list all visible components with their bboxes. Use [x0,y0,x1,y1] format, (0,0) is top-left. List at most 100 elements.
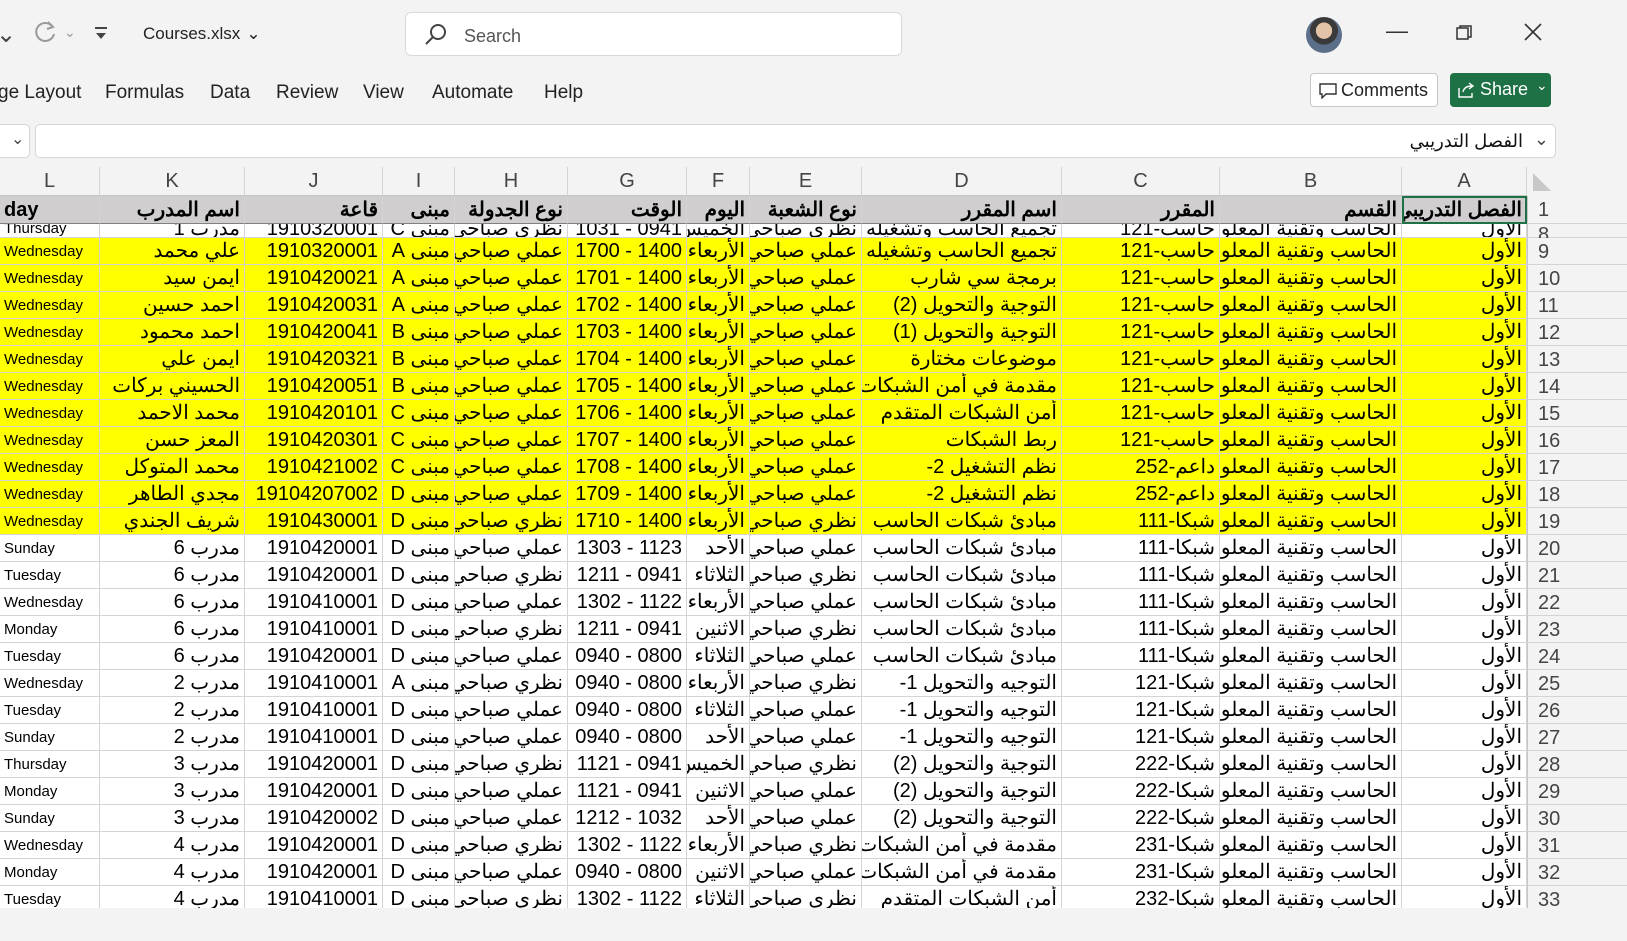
table-cell[interactable]: 1400 - 1706 [568,400,687,427]
table-cell[interactable]: الأول [1402,697,1527,724]
table-cell[interactable]: الحاسب وتقنية المعلومات [1220,427,1402,454]
table-cell[interactable]: مبنى D [383,724,455,751]
table-cell[interactable]: عملي صباحي [455,265,568,292]
table-cell[interactable]: ايمن سيد [100,265,245,292]
table-cell[interactable]: شبكا-121 [1062,724,1220,751]
table-cell[interactable]: مبنى C [383,224,455,238]
table-cell[interactable]: الأول [1402,427,1527,454]
header-cell[interactable]: اسم المقرر [862,196,1062,224]
table-cell[interactable]: عملي صباحي [750,697,862,724]
table-cell[interactable]: مدرب 4 [100,886,245,908]
table-cell[interactable]: الأول [1402,508,1527,535]
table-cell[interactable]: الحاسب وتقنية المعلومات [1220,589,1402,616]
header-cell[interactable]: القسم [1220,196,1402,224]
table-cell[interactable]: نظري صباحي [750,224,862,238]
table-cell[interactable]: 1400 - 1700 [568,238,687,265]
search-box[interactable]: Search [405,12,902,56]
table-cell[interactable]: عملي صباحي [455,805,568,832]
table-cell[interactable]: 1910320001 [245,224,383,238]
table-cell[interactable]: الحاسب وتقنية المعلومات [1220,346,1402,373]
table-cell[interactable]: 1400 - 1701 [568,265,687,292]
table-cell[interactable]: الأول [1402,886,1527,908]
table-cell[interactable]: الأربعاء [687,670,750,697]
table-cell[interactable]: الأربعاء [687,832,750,859]
table-cell[interactable]: مبنى D [383,751,455,778]
table-cell[interactable]: مبنى D [383,481,455,508]
table-cell[interactable]: مدرب 3 [100,805,245,832]
chevron-down-icon[interactable]: ⌄ [1536,77,1548,94]
table-cell[interactable]: الحاسب وتقنية المعلومات [1220,562,1402,589]
table-cell[interactable]: 19104207002 [245,481,383,508]
tab-automate[interactable]: Automate [432,82,513,104]
table-cell[interactable]: شبكا-111 [1062,535,1220,562]
table-cell[interactable]: حاسب-121 [1062,224,1220,238]
header-cell[interactable]: نوع الشعبة [750,196,862,224]
row-header-8[interactable]: 8 [1527,224,1627,246]
table-cell[interactable]: 1910420001 [245,832,383,859]
tab-view[interactable]: View [363,82,404,104]
table-cell[interactable]: الحاسب وتقنية المعلومات [1220,886,1402,908]
table-cell[interactable]: 0800 - 0940 [568,697,687,724]
table-cell[interactable]: عملي صباحي [455,859,568,886]
table-cell[interactable]: شبكا-111 [1062,508,1220,535]
table-cell[interactable]: مدرب 3 [100,778,245,805]
table-cell[interactable]: مبادئ شبكات الحاسب [862,535,1062,562]
column-header-g[interactable]: G [568,167,687,196]
column-header-d[interactable]: D [862,167,1062,196]
table-cell[interactable]: عملي صباحي [750,805,862,832]
table-cell[interactable]: التوجيه والتحويل 1- [862,724,1062,751]
row-header-28[interactable]: 28 [1527,751,1627,778]
row-header-14[interactable]: 14 [1527,373,1627,400]
table-cell[interactable]: الحاسب وتقنية المعلومات [1220,724,1402,751]
formula-bar[interactable]: الفصل التدريبي ⌄ [35,124,1556,158]
table-cell[interactable]: 1400 - 1708 [568,454,687,481]
share-button[interactable]: Share ⌄ [1450,73,1551,107]
table-cell[interactable]: شبكا-121 [1062,697,1220,724]
table-cell[interactable]: عملي صباحي [750,238,862,265]
table-cell[interactable]: عملي صباحي [455,400,568,427]
table-cell[interactable]: ايمن علي [100,346,245,373]
row-header-20[interactable]: 20 [1527,535,1627,562]
column-header-l[interactable]: L [0,167,100,196]
table-cell[interactable]: الأربعاء [687,454,750,481]
table-cell[interactable]: مبادئ شبكات الحاسب [862,508,1062,535]
table-cell[interactable]: عملي صباحي [750,373,862,400]
table-cell[interactable]: مبنى D [383,616,455,643]
table-cell[interactable]: مقدمة في أمن الشبكات [862,373,1062,400]
table-cell[interactable]: الحاسب وتقنية المعلومات [1220,454,1402,481]
table-cell[interactable]: 1910430001 [245,508,383,535]
table-cell[interactable]: عملي صباحي [750,778,862,805]
table-cell[interactable]: مدرب 6 [100,616,245,643]
table-cell[interactable]: Wednesday [0,292,100,319]
avatar[interactable] [1306,17,1342,53]
row-header-24[interactable]: 24 [1527,643,1627,670]
table-cell[interactable]: نظري صباحي [455,886,568,908]
table-cell[interactable]: احمد حسين [100,292,245,319]
table-cell[interactable]: Wednesday [0,481,100,508]
row-header-1[interactable]: 1 [1527,196,1627,224]
table-cell[interactable]: مدرب 6 [100,589,245,616]
table-cell[interactable]: مبادئ شبكات الحاسب [862,643,1062,670]
tab-formulas[interactable]: Formulas [105,82,184,104]
table-cell[interactable]: Sunday [0,724,100,751]
table-cell[interactable]: الأول [1402,778,1527,805]
table-cell[interactable]: عملي صباحي [455,373,568,400]
table-cell[interactable]: عملي صباحي [455,346,568,373]
table-cell[interactable]: الخميس [687,224,750,238]
row-header-16[interactable]: 16 [1527,427,1627,454]
table-cell[interactable]: حاسب-121 [1062,346,1220,373]
table-cell[interactable]: مقدمة في أمن الشبكات [862,832,1062,859]
table-cell[interactable]: Tuesday [0,643,100,670]
table-cell[interactable]: مبنى D [383,508,455,535]
table-cell[interactable]: 0941 - 1211 [568,616,687,643]
tab-review[interactable]: Review [276,82,338,104]
header-cell[interactable]: مبنى [383,196,455,224]
column-header-j[interactable]: J [245,167,383,196]
table-cell[interactable]: الحاسب وتقنية المعلومات [1220,643,1402,670]
redo-icon[interactable] [32,18,58,51]
table-cell[interactable]: الحاسب وتقنية المعلومات [1220,805,1402,832]
table-cell[interactable]: الأربعاء [687,481,750,508]
table-cell[interactable]: 0800 - 0940 [568,643,687,670]
table-cell[interactable]: Thursday [0,224,100,238]
table-cell[interactable]: 1910410001 [245,670,383,697]
